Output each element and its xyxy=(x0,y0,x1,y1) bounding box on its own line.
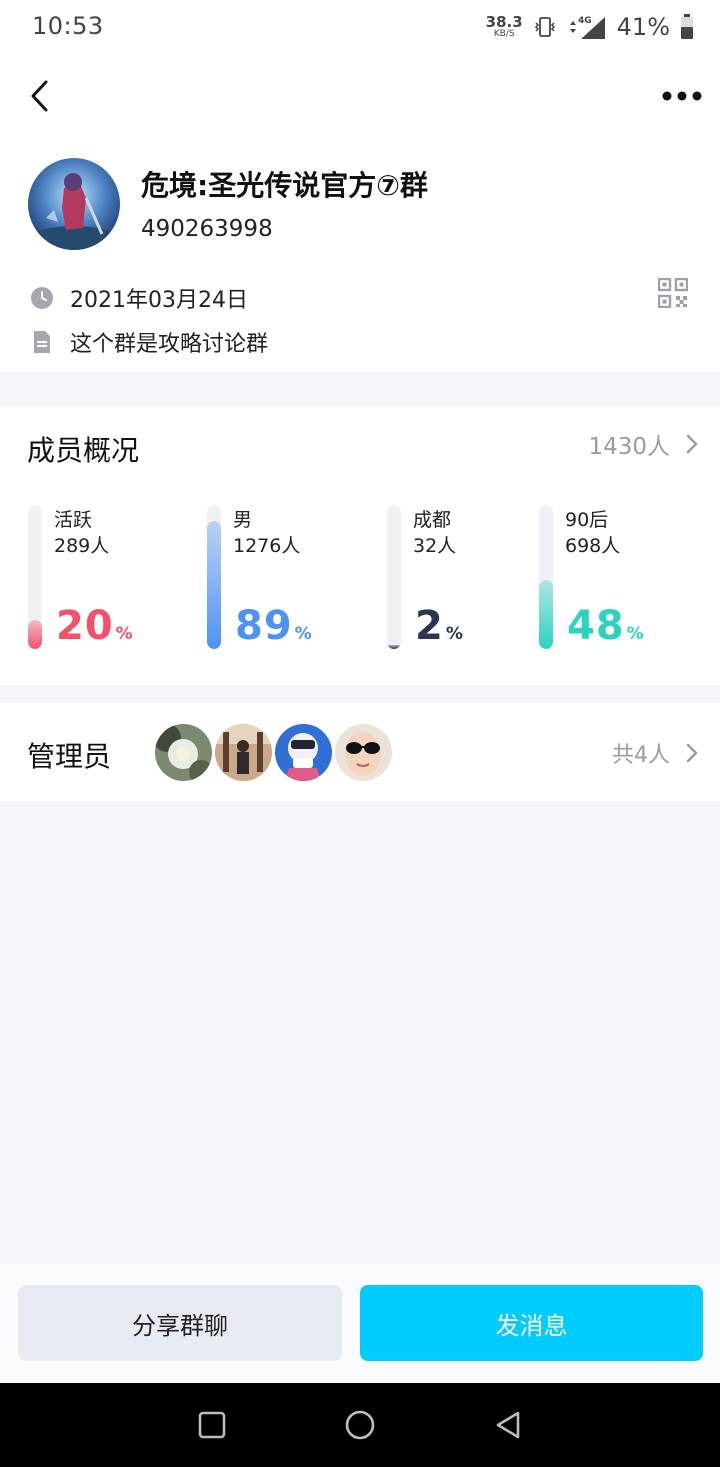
group-avatar-image xyxy=(28,158,120,250)
group-id: 490263998 xyxy=(141,216,273,242)
stat-city: 成都 32人 2 % xyxy=(387,505,547,651)
description-row: 这个群是攻略讨论群 xyxy=(30,326,268,358)
admins-total: 共4人 xyxy=(612,743,670,768)
stat-label: 男 xyxy=(233,509,253,531)
stat-percent: 2 % xyxy=(415,603,463,649)
stat-percent-value: 20 xyxy=(56,603,114,649)
stat-count: 289人 xyxy=(54,535,110,557)
stat-percent-value: 48 xyxy=(567,603,625,649)
nav-home-button[interactable] xyxy=(340,1405,380,1445)
stat-bar-fill xyxy=(207,521,221,649)
more-dots-icon xyxy=(662,91,702,101)
admin-avatar[interactable] xyxy=(275,724,332,781)
stat-bar-track xyxy=(387,505,401,649)
nav-recents-button[interactable] xyxy=(192,1405,232,1445)
stat-percent-sign: % xyxy=(115,624,133,644)
chevron-right-icon xyxy=(686,743,698,763)
share-group-button[interactable]: 分享群聊 xyxy=(18,1285,342,1361)
triangle-back-icon xyxy=(496,1411,520,1439)
stat-label: 成都 xyxy=(413,509,452,531)
system-nav-bar xyxy=(0,1383,720,1467)
stat-percent-sign: % xyxy=(626,624,644,644)
stat-male: 男 1276人 89 % xyxy=(207,505,367,651)
stat-percent: 48 % xyxy=(567,603,644,649)
member-overview-title: 成员概况 xyxy=(27,434,140,467)
stat-percent-value: 2 xyxy=(415,603,444,649)
stat-age: 90后 698人 48 % xyxy=(539,505,699,651)
stat-bar-fill xyxy=(387,645,401,649)
vibrate-icon xyxy=(534,17,555,37)
battery-percent: 41% xyxy=(616,13,670,41)
stat-bar-track xyxy=(207,505,221,649)
stat-label: 90后 xyxy=(565,509,609,531)
admins-title: 管理员 xyxy=(27,740,112,773)
stat-label: 活跃 xyxy=(54,509,93,531)
member-overview-card: 成员概况 1430人 活跃 289人 20 % 男 1276人 89 % 成都 xyxy=(0,407,720,685)
admin-avatar-list xyxy=(155,724,392,781)
stat-bar-fill xyxy=(28,620,42,649)
bottom-action-bar: 分享群聊 发消息 xyxy=(0,1264,720,1383)
signal-4g-icon: 4G xyxy=(569,16,605,39)
status-indicators: 38.3 KB/S 4G 41% xyxy=(486,10,694,44)
created-date: 2021年03月24日 xyxy=(70,288,248,313)
stat-bar-fill xyxy=(539,580,553,649)
network-speed-value: 38.3 xyxy=(485,13,523,31)
stat-percent-value: 89 xyxy=(235,603,293,649)
admin-avatar[interactable] xyxy=(215,724,272,781)
stat-percent: 20 % xyxy=(56,603,133,649)
status-time: 10:53 xyxy=(32,12,104,40)
created-date-row: 2021年03月24日 xyxy=(30,282,248,314)
clock-icon xyxy=(30,286,54,310)
status-bar: 10:53 38.3 KB/S 4G 41% xyxy=(0,0,720,56)
stat-count: 1276人 xyxy=(233,535,301,557)
stat-percent: 89 % xyxy=(235,603,312,649)
admins-total-link[interactable]: 共4人 xyxy=(612,737,698,769)
group-avatar[interactable] xyxy=(28,158,120,250)
admin-avatar[interactable] xyxy=(155,724,212,781)
stat-bar-track xyxy=(539,505,553,649)
group-description: 这个群是攻略讨论群 xyxy=(70,332,269,357)
network-speed-unit: KB/S xyxy=(493,29,515,39)
admins-row[interactable]: 管理员 共4人 xyxy=(0,703,720,801)
member-total: 1430人 xyxy=(588,434,670,460)
stat-percent-sign: % xyxy=(445,624,463,644)
circle-icon xyxy=(345,1410,375,1440)
stat-count: 698人 xyxy=(565,535,621,557)
send-message-button[interactable]: 发消息 xyxy=(360,1285,703,1361)
document-icon xyxy=(30,330,54,354)
network-type: 4G xyxy=(578,16,592,26)
more-options-button[interactable] xyxy=(656,74,708,118)
admin-avatar[interactable] xyxy=(335,724,392,781)
stat-bar-track xyxy=(28,505,42,649)
back-arrow-icon xyxy=(31,80,48,112)
battery-icon xyxy=(681,14,693,39)
nav-back-button[interactable] xyxy=(488,1405,528,1445)
group-info-card: 危境:圣光传说官方⑦群 490263998 2021年03月24日 这个群是攻略… xyxy=(0,136,720,372)
square-icon xyxy=(198,1411,226,1439)
header-bar xyxy=(0,56,720,136)
qr-code-icon xyxy=(657,277,689,309)
stat-count: 32人 xyxy=(413,535,457,557)
stat-percent-sign: % xyxy=(294,624,312,644)
back-button[interactable] xyxy=(18,74,62,118)
qr-code-button[interactable] xyxy=(657,277,689,309)
group-name: 危境:圣光传说官方⑦群 xyxy=(141,169,428,202)
chevron-right-icon xyxy=(686,434,698,454)
member-list-link[interactable]: 1430人 xyxy=(588,427,698,461)
network-speed: 38.3 KB/S xyxy=(486,15,523,39)
stat-active: 活跃 289人 20 % xyxy=(28,505,188,651)
